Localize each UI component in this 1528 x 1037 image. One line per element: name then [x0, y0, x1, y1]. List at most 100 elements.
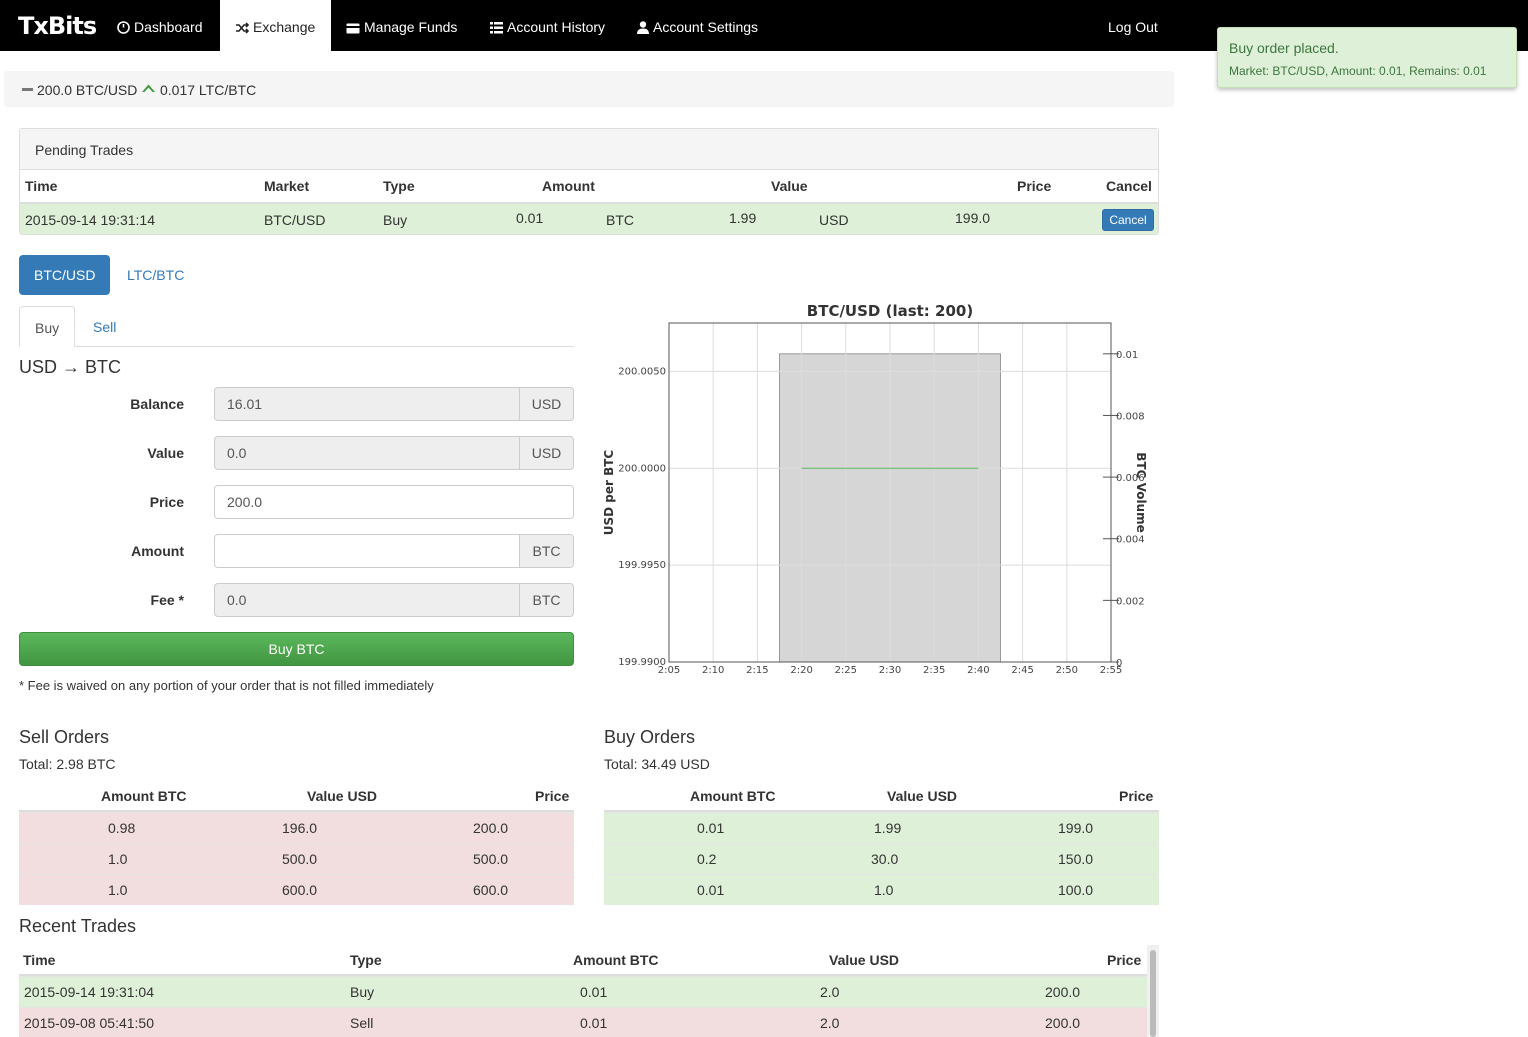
sell-price: 200.0 — [473, 820, 509, 836]
dashboard-icon — [117, 21, 130, 34]
rt-type: Buy — [350, 984, 375, 1000]
nav-exchange-label: Exchange — [253, 19, 316, 35]
nav-dashboard-label: Dashboard — [134, 19, 203, 35]
buy-amount: 0.01 — [697, 882, 725, 898]
cancel-order-button[interactable]: Cancel — [1102, 209, 1154, 231]
nav-exchange[interactable]: Exchange — [220, 0, 331, 51]
rt-amount: 0.01 — [580, 1015, 608, 1031]
y2-axis-label: BTC Volume — [1134, 452, 1148, 533]
list-icon — [490, 22, 503, 34]
buy-col-price: Price — [1119, 788, 1154, 804]
sell-order-row[interactable]: 1.0 600.0 600.0 — [19, 874, 574, 905]
price-input[interactable]: 200.0 — [214, 485, 574, 519]
pending-type: Buy — [383, 212, 408, 228]
market-tab-ltc-btc[interactable]: LTC/BTC — [112, 255, 199, 295]
x-tick-label: 2:40 — [967, 665, 989, 676]
sell-amount: 1.0 — [108, 882, 128, 898]
buy-value: 1.0 — [874, 882, 894, 898]
logout-link[interactable]: Log Out — [1093, 0, 1173, 51]
brand-logo[interactable]: TxBits — [18, 12, 97, 40]
buy-btc-button[interactable]: Buy BTC — [19, 632, 574, 666]
sell-value: 600.0 — [282, 882, 318, 898]
toast-title: Buy order placed. — [1229, 40, 1339, 56]
amount-unit: BTC — [519, 535, 573, 567]
value-label: Value — [147, 445, 184, 461]
amount-label: Amount — [131, 543, 184, 559]
balance-unit: USD — [519, 388, 573, 420]
market-tab-btc-usd[interactable]: BTC/USD — [19, 255, 111, 295]
balance-label: Balance — [130, 396, 184, 412]
nav-account-settings[interactable]: Account Settings — [622, 0, 773, 51]
price-chart-svg: 2:05 2:10 2:15 2:20 2:25 2:30 2:35 2:40 2:45 2:50… — [602, 322, 1148, 676]
buy-order-row[interactable]: 0.01 1.0 100.0 — [604, 874, 1159, 905]
ticker-ltc-btc: 0.017 LTC/BTC — [160, 82, 257, 98]
tab-sell[interactable]: Sell — [78, 306, 131, 347]
notification-toast[interactable]: Buy order placed. Market: BTC/USD, Amoun… — [1217, 27, 1517, 88]
x-tick-label: 2:10 — [702, 665, 724, 676]
x-tick-label: 2:25 — [835, 665, 857, 676]
recent-trades-header: Time Type Amount BTC Value USD Price — [19, 945, 1147, 976]
rt-amount: 0.01 — [580, 984, 608, 1000]
recent-trade-row: 2015-09-14 19:31:04 Buy 0.01 2.0 200.0 — [19, 976, 1147, 1007]
buy-value: 1.99 — [874, 820, 902, 836]
buy-price: 150.0 — [1058, 851, 1094, 867]
col-amount: Amount — [542, 178, 595, 194]
rt-type: Sell — [350, 1015, 374, 1031]
sell-col-value: Value USD — [307, 788, 378, 804]
rt-col-value: Value USD — [829, 952, 900, 968]
x-tick-label: 2:50 — [1056, 665, 1078, 676]
recent-trades-table[interactable]: Time Type Amount BTC Value USD Price 201… — [19, 945, 1159, 1037]
sell-orders-title: Sell Orders — [19, 727, 110, 747]
amount-input[interactable]: BTC — [214, 534, 574, 568]
nav-dashboard[interactable]: Dashboard — [102, 0, 218, 51]
sell-amount: 0.98 — [108, 820, 136, 836]
recent-trade-row: 2015-09-08 05:41:50 Sell 0.01 2.0 200.0 — [19, 1007, 1147, 1037]
nav-account-history-label: Account History — [507, 19, 606, 35]
fee-label: Fee * — [150, 592, 184, 608]
nav-manage-funds[interactable]: Manage Funds — [331, 0, 472, 51]
buy-order-row[interactable]: 0.2 30.0 150.0 — [604, 843, 1159, 874]
pending-price: 199.0 — [955, 210, 991, 226]
x-tick-label: 2:15 — [746, 665, 768, 676]
y-tick-label: 199.9900 — [618, 657, 666, 668]
pending-amount: 0.01 — [516, 210, 544, 226]
fee-field: 0.0 BTC — [214, 583, 574, 617]
price-ticker: 200.0 BTC/USD 0.017 LTC/BTC — [4, 71, 1174, 107]
fee-unit: BTC — [519, 584, 573, 616]
sell-order-row[interactable]: 0.98 196.0 200.0 — [19, 812, 574, 843]
nav-account-history[interactable]: Account History — [475, 0, 620, 51]
nav-manage-funds-label: Manage Funds — [364, 19, 458, 35]
balance-value: 16.01 — [227, 396, 263, 412]
recent-trades-title: Recent Trades — [19, 916, 137, 936]
price-chart: 2:05 2:10 2:15 2:20 2:25 2:30 2:35 2:40 2:45 2:50… — [600, 300, 1160, 693]
buy-orders-total: Total: 34.49 USD — [604, 756, 710, 772]
fee-note: * Fee is waived on any portion of your o… — [19, 678, 434, 693]
recent-trades-scrollbar[interactable] — [1147, 945, 1159, 1037]
credit-card-icon — [346, 23, 360, 34]
buy-col-amount: Amount BTC — [690, 788, 776, 804]
buy-price: 100.0 — [1058, 882, 1094, 898]
sell-amount: 1.0 — [108, 851, 128, 867]
sell-orders-header: Amount BTC Value USD Price — [19, 783, 574, 812]
rt-col-price: Price — [1107, 952, 1142, 968]
tab-buy[interactable]: Buy — [19, 306, 76, 347]
arrow-up-icon — [142, 84, 155, 92]
buy-amount: 0.2 — [697, 851, 717, 867]
sell-price: 500.0 — [473, 851, 509, 867]
y-tick-label: 200.0050 — [618, 366, 666, 377]
sell-col-amount: Amount BTC — [101, 788, 187, 804]
y2-tick-label: 0 — [1116, 658, 1122, 669]
col-value: Value — [771, 178, 808, 194]
sell-order-row[interactable]: 1.0 500.0 500.0 — [19, 843, 574, 874]
y2-tick-label: 0.002 — [1116, 596, 1145, 607]
scrollbar-thumb[interactable] — [1150, 950, 1156, 1037]
pending-trade-row: 2015-09-14 19:31:14 BTC/USD Buy 0.01 BTC… — [20, 202, 1158, 234]
rt-price: 200.0 — [1045, 1015, 1081, 1031]
toast-message: Market: BTC/USD, Amount: 0.01, Remains: … — [1229, 64, 1487, 78]
buy-value: 30.0 — [871, 851, 899, 867]
buy-amount: 0.01 — [697, 820, 725, 836]
rt-price: 200.0 — [1045, 984, 1081, 1000]
col-time: Time — [25, 178, 58, 194]
buy-order-row[interactable]: 0.01 1.99 199.0 — [604, 812, 1159, 843]
pending-time: 2015-09-14 19:31:14 — [25, 212, 155, 228]
